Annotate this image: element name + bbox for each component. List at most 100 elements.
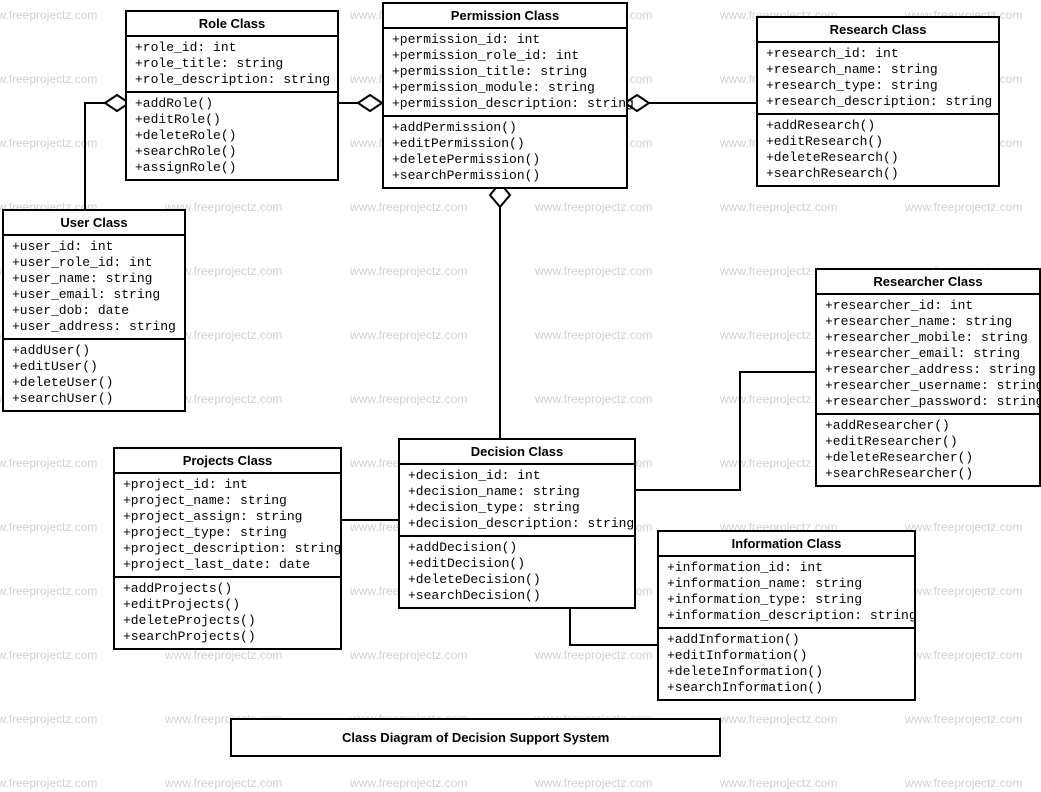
class-member-row: +editUser() [12, 359, 176, 375]
class-title: Projects Class [115, 449, 340, 474]
class-member-row: +user_dob: date [12, 303, 176, 319]
attributes: +researcher_id: int+researcher_name: str… [817, 295, 1039, 415]
class-member-row: +project_id: int [123, 477, 332, 493]
class-member-row: +editDecision() [408, 556, 626, 572]
class-member-row: +addProjects() [123, 581, 332, 597]
attributes: +role_id: int+role_title: string+role_de… [127, 37, 337, 93]
class-member-row: +information_description: string [667, 608, 906, 624]
class-member-row: +editRole() [135, 112, 329, 128]
class-member-row: +deleteResearcher() [825, 450, 1031, 466]
class-member-row: +editPermission() [392, 136, 618, 152]
class-member-row: +project_description: string [123, 541, 332, 557]
class-member-row: +searchUser() [12, 391, 176, 407]
class-member-row: +decision_name: string [408, 484, 626, 500]
class-title: Role Class [127, 12, 337, 37]
class-member-row: +deletePermission() [392, 152, 618, 168]
class-role: Role Class +role_id: int+role_title: str… [125, 10, 339, 181]
operations: +addResearcher()+editResearcher()+delete… [817, 415, 1039, 485]
attributes: +project_id: int+project_name: string+pr… [115, 474, 340, 578]
class-member-row: +editResearch() [766, 134, 990, 150]
operations: +addRole()+editRole()+deleteRole()+searc… [127, 93, 337, 179]
operations: +addUser()+editUser()+deleteUser()+searc… [4, 340, 184, 410]
class-projects: Projects Class +project_id: int+project_… [113, 447, 342, 650]
class-member-row: +addPermission() [392, 120, 618, 136]
class-member-row: +deleteInformation() [667, 664, 906, 680]
diagram-canvas: www.freeprojectz.comwww.freeprojectz.com… [0, 0, 1041, 792]
attributes: +information_id: int+information_name: s… [659, 557, 914, 629]
class-information: Information Class +information_id: int+i… [657, 530, 916, 701]
operations: +addResearch()+editResearch()+deleteRese… [758, 115, 998, 185]
class-member-row: +editInformation() [667, 648, 906, 664]
class-member-row: +addRole() [135, 96, 329, 112]
class-member-row: +role_description: string [135, 72, 329, 88]
class-member-row: +decision_id: int [408, 468, 626, 484]
operations: +addProjects()+editProjects()+deleteProj… [115, 578, 340, 648]
class-member-row: +deleteDecision() [408, 572, 626, 588]
class-member-row: +user_id: int [12, 239, 176, 255]
class-member-row: +research_id: int [766, 46, 990, 62]
class-title: Researcher Class [817, 270, 1039, 295]
class-member-row: +permission_title: string [392, 64, 618, 80]
class-member-row: +project_name: string [123, 493, 332, 509]
operations: +addInformation()+editInformation()+dele… [659, 629, 914, 699]
class-title: Permission Class [384, 4, 626, 29]
class-member-row: +researcher_password: string [825, 394, 1031, 410]
class-member-row: +user_name: string [12, 271, 176, 287]
class-member-row: +searchRole() [135, 144, 329, 160]
class-member-row: +addDecision() [408, 540, 626, 556]
class-member-row: +information_type: string [667, 592, 906, 608]
attributes: +user_id: int+user_role_id: int+user_nam… [4, 236, 184, 340]
class-member-row: +research_description: string [766, 94, 990, 110]
class-member-row: +searchResearcher() [825, 466, 1031, 482]
class-member-row: +researcher_username: string [825, 378, 1031, 394]
class-member-row: +addResearch() [766, 118, 990, 134]
class-member-row: +researcher_address: string [825, 362, 1031, 378]
diagram-caption: Class Diagram of Decision Support System [230, 718, 721, 757]
class-research: Research Class +research_id: int+researc… [756, 16, 1000, 187]
class-member-row: +information_name: string [667, 576, 906, 592]
class-member-row: +editResearcher() [825, 434, 1031, 450]
class-member-row: +researcher_id: int [825, 298, 1031, 314]
class-member-row: +permission_role_id: int [392, 48, 618, 64]
class-member-row: +permission_module: string [392, 80, 618, 96]
class-member-row: +project_last_date: date [123, 557, 332, 573]
class-title: Research Class [758, 18, 998, 43]
class-member-row: +permission_description: string [392, 96, 618, 112]
class-member-row: +researcher_mobile: string [825, 330, 1031, 346]
class-member-row: +searchResearch() [766, 166, 990, 182]
class-member-row: +deleteRole() [135, 128, 329, 144]
class-member-row: +searchPermission() [392, 168, 618, 184]
class-member-row: +project_type: string [123, 525, 332, 541]
class-member-row: +research_type: string [766, 78, 990, 94]
class-member-row: +user_role_id: int [12, 255, 176, 271]
class-member-row: +permission_id: int [392, 32, 618, 48]
operations: +addDecision()+editDecision()+deleteDeci… [400, 537, 634, 607]
class-title: User Class [4, 211, 184, 236]
operations: +addPermission()+editPermission()+delete… [384, 117, 626, 187]
class-member-row: +researcher_name: string [825, 314, 1031, 330]
attributes: +permission_id: int+permission_role_id: … [384, 29, 626, 117]
class-researcher: Researcher Class +researcher_id: int+res… [815, 268, 1041, 487]
class-member-row: +user_email: string [12, 287, 176, 303]
class-member-row: +searchInformation() [667, 680, 906, 696]
class-member-row: +searchProjects() [123, 629, 332, 645]
class-member-row: +deleteProjects() [123, 613, 332, 629]
class-member-row: +addInformation() [667, 632, 906, 648]
class-member-row: +searchDecision() [408, 588, 626, 604]
class-member-row: +editProjects() [123, 597, 332, 613]
class-member-row: +deleteResearch() [766, 150, 990, 166]
class-member-row: +addUser() [12, 343, 176, 359]
class-member-row: +research_name: string [766, 62, 990, 78]
class-member-row: +decision_type: string [408, 500, 626, 516]
class-member-row: +user_address: string [12, 319, 176, 335]
attributes: +decision_id: int+decision_name: string+… [400, 465, 634, 537]
class-member-row: +role_id: int [135, 40, 329, 56]
class-title: Information Class [659, 532, 914, 557]
class-member-row: +information_id: int [667, 560, 906, 576]
class-decision: Decision Class +decision_id: int+decisio… [398, 438, 636, 609]
class-title: Decision Class [400, 440, 634, 465]
class-member-row: +assignRole() [135, 160, 329, 176]
class-member-row: +project_assign: string [123, 509, 332, 525]
class-permission: Permission Class +permission_id: int+per… [382, 2, 628, 189]
class-member-row: +researcher_email: string [825, 346, 1031, 362]
